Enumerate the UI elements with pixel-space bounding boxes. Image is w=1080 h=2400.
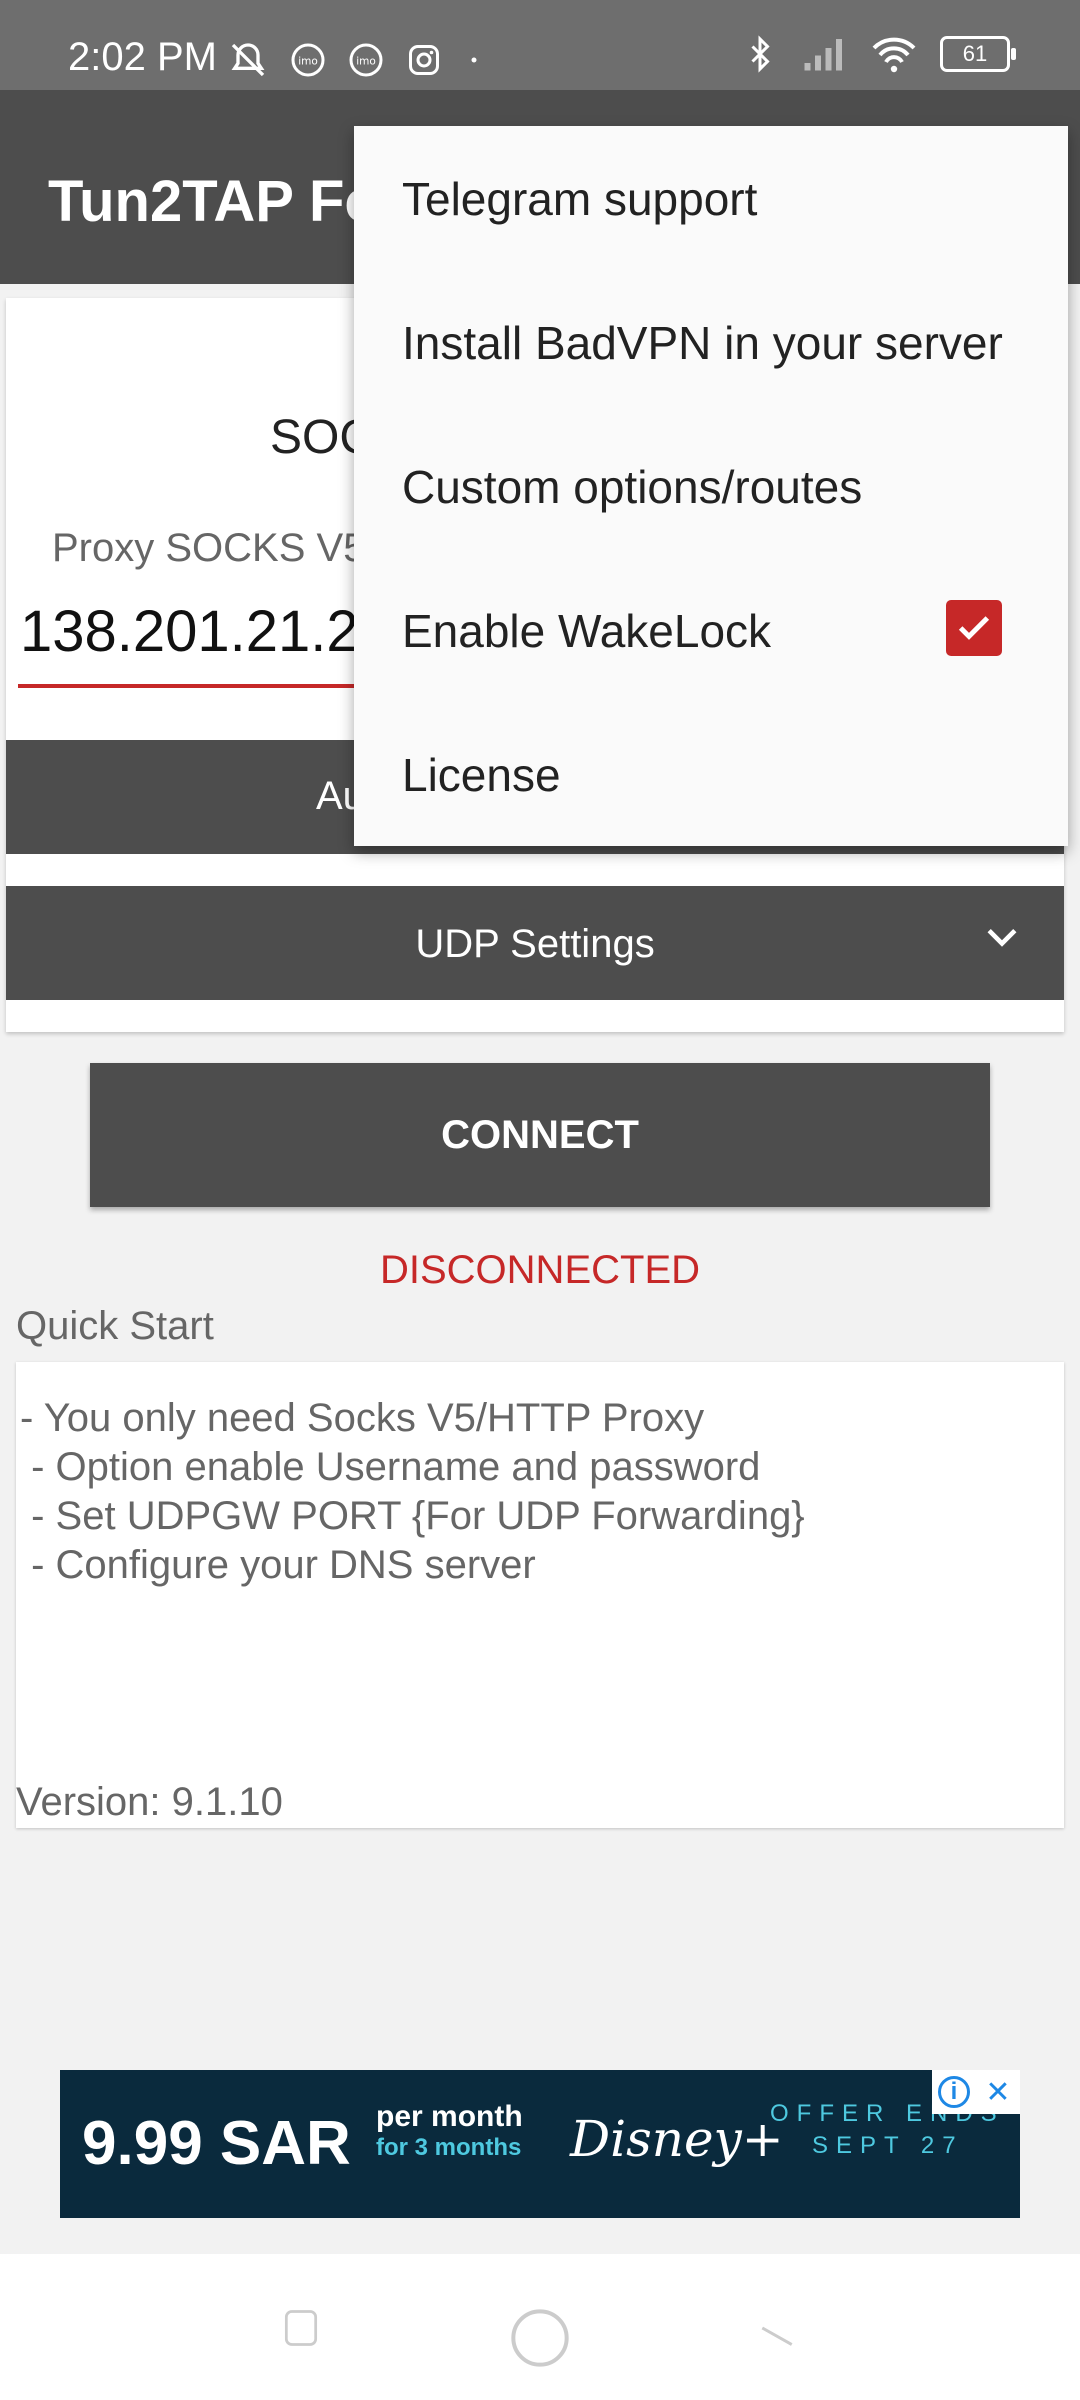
battery-indicator: 61 <box>940 36 1016 72</box>
imo-icon: imo <box>349 43 383 77</box>
menu-item-custom-options[interactable]: Custom options/routes <box>402 460 862 514</box>
back-icon[interactable] <box>752 2306 802 2350</box>
bluetooth-icon <box>751 35 770 73</box>
status-time: 2:02 PM <box>68 35 217 79</box>
quick-start-line: - Option enable Username and password <box>20 1445 761 1489</box>
quick-start-label: Quick Start <box>16 1304 214 1348</box>
ad-brand-logo: Disney+ <box>570 2110 784 2168</box>
check-icon <box>958 616 990 640</box>
quick-start-box: - You only need Socks V5/HTTP Proxy - Op… <box>16 1362 1064 1828</box>
menu-item-install-badvpn[interactable]: Install BadVPN in your server <box>402 316 1003 370</box>
udp-settings-bar[interactable]: UDP Settings <box>6 886 1064 1000</box>
quick-start-line: - Configure your DNS server <box>20 1543 536 1587</box>
connect-button[interactable]: CONNECT <box>90 1063 990 1207</box>
recents-icon[interactable] <box>276 2306 326 2350</box>
menu-item-license[interactable]: License <box>402 748 561 802</box>
ad-banner[interactable]: 9.99 SAR per month for 3 months Disney+ … <box>60 2070 1020 2218</box>
navigation-bar <box>0 2254 1080 2400</box>
bell-off-icon <box>231 43 265 77</box>
signal-icon <box>804 39 842 71</box>
menu-item-enable-wakelock[interactable]: Enable WakeLock <box>402 604 771 658</box>
wifi-icon <box>872 37 916 73</box>
ad-price: 9.99 SAR <box>82 2109 351 2178</box>
ad-controls: i ✕ <box>932 2070 1020 2114</box>
wakelock-checkbox[interactable] <box>946 600 1002 656</box>
imo-icon: imo <box>291 43 325 77</box>
overflow-menu: Telegram support Install BadVPN in your … <box>354 126 1068 846</box>
quick-start-text: - You only need Socks V5/HTTP Proxy - Op… <box>20 1394 805 1590</box>
status-left-icons: imo imo <box>228 40 484 80</box>
proxy-label: Proxy SOCKS V5 <box>52 526 366 570</box>
ad-date: SEPT 27 <box>812 2132 964 2159</box>
status-right-icons: 61 <box>742 34 1016 74</box>
status-bar: 2:02 PM imo imo 61 <box>0 0 1080 90</box>
quick-start-line: - Set UDPGW PORT {For UDP Forwarding} <box>20 1494 805 1538</box>
quick-start-line: - You only need Socks V5/HTTP Proxy <box>20 1396 705 1440</box>
menu-item-telegram-support[interactable]: Telegram support <box>402 172 757 226</box>
app-title: Tun2TAP Fo <box>48 169 380 234</box>
instagram-icon <box>409 45 439 75</box>
home-icon[interactable] <box>508 2306 572 2370</box>
version-text: Version: 9.1.10 <box>16 1780 283 1824</box>
svg-text:imo: imo <box>356 56 376 68</box>
proxy-address-input[interactable]: 138.201.21.23 <box>20 598 391 665</box>
dot-icon <box>471 57 477 63</box>
ad-per-month: per month <box>376 2100 523 2133</box>
chevron-down-icon[interactable] <box>980 916 1024 960</box>
connection-status: DISCONNECTED <box>379 1248 701 1292</box>
ad-info-icon[interactable]: i <box>932 2070 976 2114</box>
udp-settings-label: UDP Settings <box>415 922 655 966</box>
ad-for-months: for 3 months <box>376 2134 522 2161</box>
ad-close-icon[interactable]: ✕ <box>976 2070 1020 2114</box>
svg-text:imo: imo <box>298 56 318 68</box>
